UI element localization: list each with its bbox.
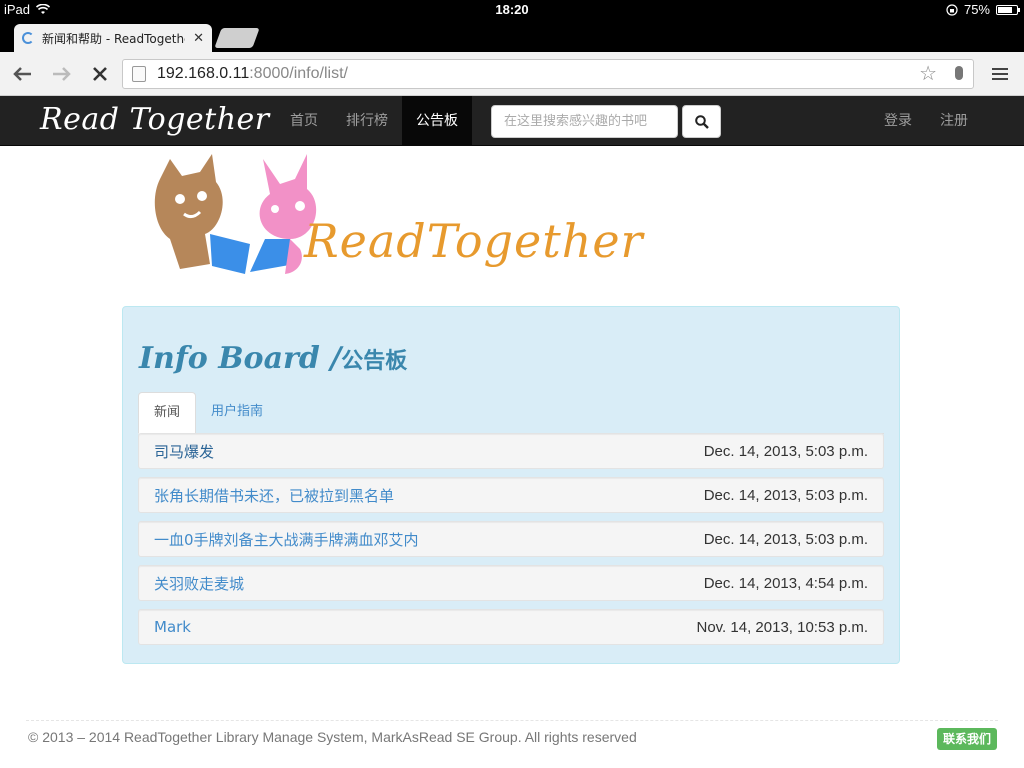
news-link[interactable]: 司马爆发	[154, 441, 214, 462]
forward-arrow-icon	[53, 67, 71, 81]
back-button[interactable]	[10, 62, 34, 86]
forward-button[interactable]	[50, 62, 74, 86]
news-list: 司马爆发 Dec. 14, 2013, 5:03 p.m. 张角长期借书未还，已…	[138, 433, 884, 653]
bookmark-star-icon[interactable]: ☆	[919, 60, 937, 88]
board-tabs: 新闻 用户指南	[138, 392, 884, 434]
footer-copyright: © 2013 – 2014 ReadTogether Library Manag…	[28, 729, 637, 745]
browser-tab-strip: 新闻和帮助 - ReadTogether ✕	[0, 20, 1024, 52]
new-tab-button[interactable]	[214, 28, 260, 48]
search-button[interactable]	[682, 105, 721, 138]
list-item: 关羽败走麦城 Dec. 14, 2013, 4:54 p.m.	[138, 565, 884, 601]
cat-mascot-icon	[154, 154, 250, 274]
news-link[interactable]: 一血0手牌刘备主大战满手牌满血邓艾内	[154, 529, 419, 550]
info-board-panel: Info Board /公告板 新闻 用户指南 司马爆发 Dec. 14, 20…	[122, 306, 900, 664]
news-link[interactable]: 关羽败走麦城	[154, 573, 244, 594]
news-date: Dec. 14, 2013, 5:03 p.m.	[703, 486, 868, 504]
news-link[interactable]: Mark	[154, 618, 191, 636]
page-icon	[132, 66, 146, 82]
nav-ranking[interactable]: 排行榜	[332, 96, 402, 146]
register-link[interactable]: 注册	[926, 96, 982, 146]
stop-x-icon	[93, 67, 107, 81]
tab-user-guide[interactable]: 用户指南	[196, 392, 278, 434]
stop-button[interactable]	[88, 62, 112, 86]
logo-wordmark: ReadTogether	[304, 214, 644, 268]
login-link[interactable]: 登录	[870, 96, 926, 146]
news-date: Dec. 14, 2013, 5:03 p.m.	[703, 530, 868, 548]
microphone-icon[interactable]	[955, 66, 963, 80]
close-tab-icon[interactable]: ✕	[193, 31, 204, 46]
site-navbar: Read Together 首页 排行榜 公告板 登录 注册	[0, 96, 1024, 146]
footer-divider	[26, 720, 998, 721]
search-icon	[694, 114, 709, 129]
list-item: 司马爆发 Dec. 14, 2013, 5:03 p.m.	[138, 433, 884, 469]
list-item: Mark Nov. 14, 2013, 10:53 p.m.	[138, 609, 884, 645]
nav-board[interactable]: 公告板	[402, 96, 472, 146]
brand-logo[interactable]: Read Together	[40, 102, 270, 137]
browser-tab[interactable]: 新闻和帮助 - ReadTogether ✕	[14, 24, 212, 52]
battery-icon	[996, 4, 1020, 15]
nav-links: 首页 排行榜 公告板	[276, 96, 472, 146]
url-host: 192.168.0.11	[157, 65, 250, 82]
tab-title: 新闻和帮助 - ReadTogether	[42, 31, 186, 46]
list-item: 张角长期借书未还，已被拉到黑名单 Dec. 14, 2013, 5:03 p.m…	[138, 477, 884, 513]
address-bar[interactable]: 192.168.0.11:8000/info/list/ ☆	[122, 59, 974, 89]
panel-title-zh: 公告板	[341, 349, 408, 374]
nav-home[interactable]: 首页	[276, 96, 332, 146]
contact-us-button[interactable]: 联系我们	[937, 728, 998, 750]
news-date: Dec. 14, 2013, 4:54 p.m.	[703, 574, 868, 592]
clock: 18:20	[495, 2, 529, 17]
news-date: Nov. 14, 2013, 10:53 p.m.	[696, 618, 869, 636]
tab-news[interactable]: 新闻	[138, 392, 197, 434]
url-path: :8000/info/list/	[249, 65, 348, 82]
search-form	[491, 105, 721, 138]
menu-icon[interactable]	[992, 68, 1008, 80]
search-input[interactable]	[491, 105, 678, 138]
list-item: 一血0手牌刘备主大战满手牌满血邓艾内 Dec. 14, 2013, 5:03 p…	[138, 521, 884, 557]
orientation-lock-icon	[946, 3, 958, 16]
back-arrow-icon	[13, 67, 31, 81]
ios-status-bar: iPad 18:20 75%	[0, 0, 1024, 20]
news-link[interactable]: 张角长期借书未还，已被拉到黑名单	[154, 485, 394, 506]
battery-percent: 75%	[963, 2, 990, 17]
panel-title-en: Info Board /	[139, 341, 342, 376]
auth-links: 登录 注册	[870, 96, 982, 146]
site-logo-banner: ReadTogether	[150, 154, 660, 284]
news-date: Dec. 14, 2013, 5:03 p.m.	[703, 442, 868, 460]
browser-toolbar: 192.168.0.11:8000/info/list/ ☆	[0, 52, 1024, 96]
loading-icon	[22, 32, 34, 44]
panel-title: Info Board /公告板	[139, 341, 407, 376]
